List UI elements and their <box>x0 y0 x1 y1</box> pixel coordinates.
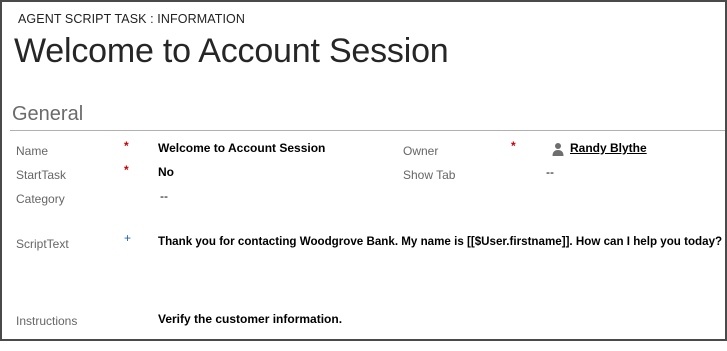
instructions-field[interactable]: Verify the customer information. <box>158 312 342 326</box>
category-field[interactable]: -- <box>160 189 168 203</box>
person-icon <box>552 143 564 156</box>
owner-required-marker: * <box>511 139 516 153</box>
entity-type-label: AGENT SCRIPT TASK : INFORMATION <box>18 12 245 26</box>
starttask-label: StartTask <box>16 168 67 182</box>
form-container: AGENT SCRIPT TASK : INFORMATION Welcome … <box>0 0 727 341</box>
section-divider <box>10 130 725 131</box>
showtab-field[interactable]: -- <box>546 165 554 179</box>
section-title-general: General <box>12 103 84 125</box>
instructions-label: Instructions <box>16 314 78 328</box>
name-required-marker: * <box>124 139 129 153</box>
owner-link[interactable]: Randy Blythe <box>570 141 647 155</box>
name-field[interactable]: Welcome to Account Session <box>158 141 325 155</box>
scripttext-recommended-marker: + <box>124 231 132 245</box>
scripttext-field[interactable]: Thank you for contacting Woodgrove Bank.… <box>158 235 722 248</box>
owner-label: Owner <box>403 144 439 158</box>
name-label: Name <box>16 144 49 158</box>
showtab-label: Show Tab <box>403 168 456 182</box>
starttask-required-marker: * <box>124 163 129 177</box>
page-title: Welcome to Account Session <box>14 32 449 70</box>
starttask-field[interactable]: No <box>158 165 174 179</box>
category-label: Category <box>16 192 65 206</box>
scripttext-label: ScriptText <box>16 237 69 251</box>
